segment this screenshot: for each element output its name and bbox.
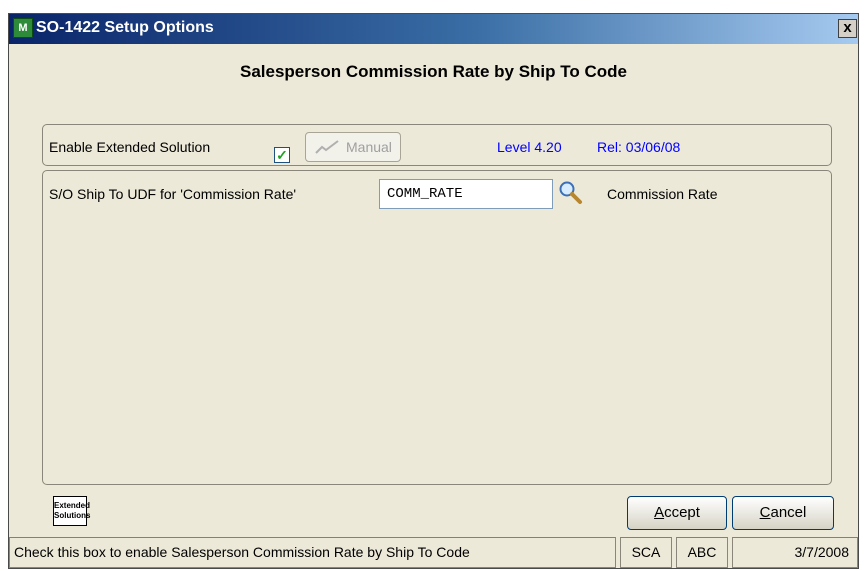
status-bar: Check this box to enable Salesperson Com… bbox=[9, 537, 858, 568]
status-message: Check this box to enable Salesperson Com… bbox=[9, 537, 616, 568]
enable-extended-solution-label: Enable Extended Solution bbox=[49, 139, 211, 155]
close-button[interactable]: x bbox=[838, 19, 857, 38]
accept-mnemonic: A bbox=[654, 504, 665, 521]
logo-line-1: Extended bbox=[54, 501, 91, 510]
cancel-label: ancel bbox=[770, 504, 807, 521]
release-label: Rel: 03/06/08 bbox=[597, 139, 681, 155]
cancel-mnemonic: C bbox=[759, 504, 771, 521]
window-title: SO-1422 Setup Options bbox=[36, 19, 214, 36]
lookup-magnifier-icon[interactable] bbox=[557, 179, 583, 205]
status-date: 3/7/2008 bbox=[732, 537, 858, 568]
status-company-code: SCA bbox=[620, 537, 672, 568]
commission-rate-udf-input[interactable]: COMM_RATE bbox=[379, 179, 553, 209]
level-label: Level 4.20 bbox=[497, 139, 562, 155]
logo-line-2: Solutions bbox=[54, 511, 91, 520]
udf-description: Commission Rate bbox=[607, 186, 718, 202]
setup-options-window: M SO-1422 Setup Options x Salesperson Co… bbox=[8, 13, 859, 569]
udf-settings-group bbox=[42, 170, 832, 485]
title-bar[interactable]: M SO-1422 Setup Options x bbox=[9, 14, 858, 44]
manual-button-label: Manual bbox=[346, 139, 392, 155]
app-icon: M bbox=[13, 18, 33, 38]
pen-icon bbox=[315, 140, 339, 154]
cancel-button[interactable]: Cancel bbox=[732, 496, 834, 530]
enable-extended-solution-checkbox[interactable]: ✓ bbox=[274, 147, 290, 163]
accept-label: ccept bbox=[664, 504, 700, 521]
page-title: Salesperson Commission Rate by Ship To C… bbox=[240, 62, 627, 81]
udf-field-label: S/O Ship To UDF for 'Commission Rate' bbox=[49, 186, 297, 202]
accept-button[interactable]: Accept bbox=[627, 496, 727, 530]
manual-button[interactable]: Manual bbox=[305, 132, 401, 162]
checkmark-icon: ✓ bbox=[276, 147, 288, 163]
extended-solutions-logo: Extended Solutions bbox=[53, 496, 91, 526]
status-user-code: ABC bbox=[676, 537, 728, 568]
